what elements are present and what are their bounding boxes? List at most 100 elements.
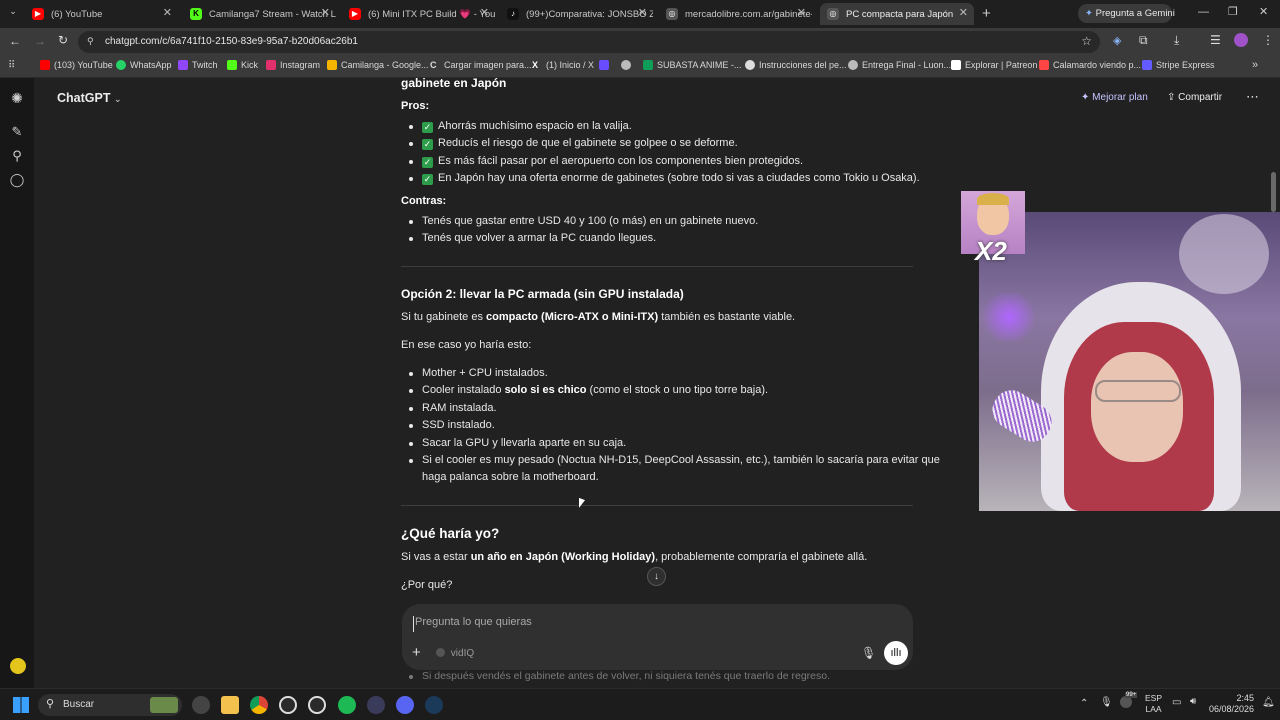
tab-youtube-build[interactable]: ▶ (6) Mini ITX PC Build 💗 - YouT ✕	[345, 3, 495, 25]
clock[interactable]: 2:45 06/08/2026	[1208, 693, 1254, 715]
glasses-image	[1095, 380, 1181, 402]
reload-icon[interactable]: ↻	[58, 33, 68, 47]
address-bar[interactable]: ⚲ chatgpt.com/c/6a741f10-2150-83e9-95a7-…	[78, 31, 1100, 53]
add-attachment-icon[interactable]: +	[412, 644, 421, 661]
bookmark-star-icon[interactable]: ☆	[1081, 34, 1092, 48]
bookmark-entrega-final[interactable]: Entrega Final - Luon...	[848, 60, 951, 70]
bookmarks-bar: ⠿ (103) YouTube WhatsApp Twitch Kick Ins…	[0, 56, 1280, 78]
chrome-icon[interactable]	[250, 696, 268, 714]
close-tab-icon[interactable]: ✕	[321, 6, 330, 19]
list-item: Si el cooler es muy pesado (Noctua NH-D1…	[409, 452, 940, 470]
profile-avatar[interactable]	[1234, 33, 1248, 47]
tab-search-button[interactable]: ⌄	[6, 6, 20, 20]
kick-icon	[227, 60, 237, 70]
browser-toolbar: ← → ↻ ⚲ chatgpt.com/c/6a741f10-2150-83e9…	[0, 28, 1280, 56]
search-label: Buscar	[63, 699, 95, 710]
model-selector[interactable]: ChatGPT ⌄	[57, 91, 122, 105]
site-info-icon[interactable]: ⚲	[87, 36, 94, 47]
search-icon[interactable]: ⚲	[9, 148, 25, 164]
bookmark-instagram[interactable]: Instagram	[266, 60, 320, 70]
bookmark-kick[interactable]: Kick	[227, 60, 258, 70]
back-icon[interactable]: ←	[9, 34, 21, 48]
tab-youtube[interactable]: ▶ (6) YouTube ✕	[28, 3, 178, 25]
download-icon[interactable]: ⤓	[1174, 33, 1179, 48]
steam-like-icon[interactable]	[279, 696, 297, 714]
taskbar-app-icon[interactable]	[192, 696, 210, 714]
steam-icon[interactable]	[425, 696, 443, 714]
search-highlight-icon	[150, 697, 178, 713]
tab-chatgpt-active[interactable]: ◎ PC compacta para Japón ✕	[820, 3, 974, 25]
bookmark-cargar-imagen[interactable]: C Cargar imagen para...	[430, 60, 532, 70]
vidiq-icon	[436, 648, 445, 657]
tab-mercadolibre[interactable]: ◎ mercadolibre.com.ar/gabinete- ✕	[662, 3, 812, 25]
list-item: ✓ Es más fácil pasar por el aeropuerto co…	[409, 153, 803, 171]
bookmark-whatsapp[interactable]: WhatsApp	[116, 60, 172, 70]
library-icon[interactable]: ◯	[9, 172, 25, 188]
close-tab-icon[interactable]: ✕	[638, 6, 647, 19]
volume-icon[interactable]: 🔊︎	[1190, 696, 1196, 707]
microphone-icon[interactable]: 🎙︎	[861, 646, 876, 660]
bookmark-patreon[interactable]: Explorar | Patreon	[951, 60, 1037, 70]
bookmark-stripe[interactable]: Stripe Express	[1142, 60, 1215, 70]
bookmark-youtube[interactable]: (103) YouTube	[40, 60, 113, 70]
share-button[interactable]: ⇪ Compartir	[1167, 92, 1222, 103]
message-input[interactable]: Pregunta lo que quieras	[413, 616, 833, 632]
obs-icon[interactable]	[308, 696, 326, 714]
browser-menu-icon[interactable]: ⋮	[1262, 33, 1274, 47]
bookmark-purple[interactable]	[599, 60, 613, 70]
forward-icon[interactable]: →	[34, 34, 46, 48]
discord-icon[interactable]	[396, 696, 414, 714]
close-tab-icon[interactable]: ✕	[797, 6, 806, 19]
openai-logo-icon[interactable]: ✺	[9, 90, 25, 106]
new-tab-button[interactable]: +	[982, 5, 991, 22]
minimize-button[interactable]: —	[1198, 6, 1209, 18]
more-options-icon[interactable]: ⋯	[1246, 89, 1259, 105]
tray-mic-icon[interactable]: 🎙︎	[1100, 697, 1113, 708]
spotify-icon[interactable]	[338, 696, 356, 714]
bookmark-calamardo[interactable]: Calamardo viendo p...	[1039, 60, 1141, 70]
bookmark-x[interactable]: X (1) Inicio / X	[532, 60, 594, 70]
extensions-icon[interactable]: ⧉	[1139, 33, 1148, 48]
file-explorer-icon[interactable]	[221, 696, 239, 714]
bookmark-subasta[interactable]: SUBASTA ANIME -...	[643, 60, 741, 70]
list-item-behind-composer: Si después vendés el gabinete antes de v…	[409, 668, 830, 686]
windows-start-icon[interactable]	[13, 697, 29, 713]
sheets-icon	[643, 60, 653, 70]
bookmark-instrucciones[interactable]: Instrucciones del pe...	[745, 60, 847, 70]
tab-title: Camilanga7 Stream - Watch Liv	[209, 8, 336, 20]
taskbar-app-icon[interactable]	[367, 696, 385, 714]
globe-icon	[621, 60, 631, 70]
close-window-button[interactable]: ✕	[1259, 5, 1268, 18]
user-avatar[interactable]	[10, 658, 26, 674]
more-bookmarks-icon[interactable]: »	[1252, 59, 1258, 71]
new-chat-icon[interactable]: ✎	[9, 124, 25, 140]
close-tab-icon[interactable]: ✕	[959, 6, 968, 19]
bookmark-twitch[interactable]: Twitch	[178, 60, 218, 70]
scroll-down-button[interactable]: ↓	[647, 567, 666, 586]
restore-button[interactable]: ❐	[1228, 5, 1238, 18]
check-icon: ✓	[422, 157, 433, 168]
input-language[interactable]: ESP LAA	[1145, 693, 1162, 715]
vidiq-tool-button[interactable]: vidIQ	[436, 648, 474, 659]
tray-chevron-icon[interactable]: ⌃	[1080, 698, 1088, 709]
bookmark-globe[interactable]	[621, 60, 635, 70]
extension-icon[interactable]: ◈	[1113, 34, 1121, 47]
list-item: RAM instalada.	[409, 400, 497, 418]
media-icon[interactable]: ☰	[1210, 33, 1221, 47]
tab-tiktok[interactable]: ♪ (99+)Comparativa: JONSBO Z2 ✕	[503, 3, 653, 25]
check-icon: ✓	[422, 174, 433, 185]
tab-kick[interactable]: K Camilanga7 Stream - Watch Liv ✕	[186, 3, 336, 25]
bookmark-google-drive[interactable]: Camilanga - Google...	[327, 60, 429, 70]
browser-tab-strip: ⌄ ▶ (6) YouTube ✕ K Camilanga7 Stream - …	[0, 0, 1280, 28]
network-icon[interactable]: ▭	[1172, 697, 1181, 708]
gemini-button[interactable]: ✦ Pregunta a Gemini	[1078, 4, 1175, 23]
close-tab-icon[interactable]: ✕	[163, 6, 172, 19]
meme-avatar-overlay: X2	[961, 191, 1025, 264]
close-tab-icon[interactable]: ✕	[480, 6, 489, 19]
apps-icon[interactable]: ⠿	[8, 60, 15, 71]
upgrade-plan-button[interactable]: ✦ Mejorar plan	[1081, 92, 1148, 103]
notifications-icon[interactable]: 🔔︎	[1262, 697, 1275, 708]
page-scrollbar[interactable]	[1271, 172, 1276, 212]
taskbar-search-box[interactable]: ⚲ Buscar	[38, 694, 182, 716]
voice-mode-button[interactable]: ıllı	[884, 641, 908, 665]
